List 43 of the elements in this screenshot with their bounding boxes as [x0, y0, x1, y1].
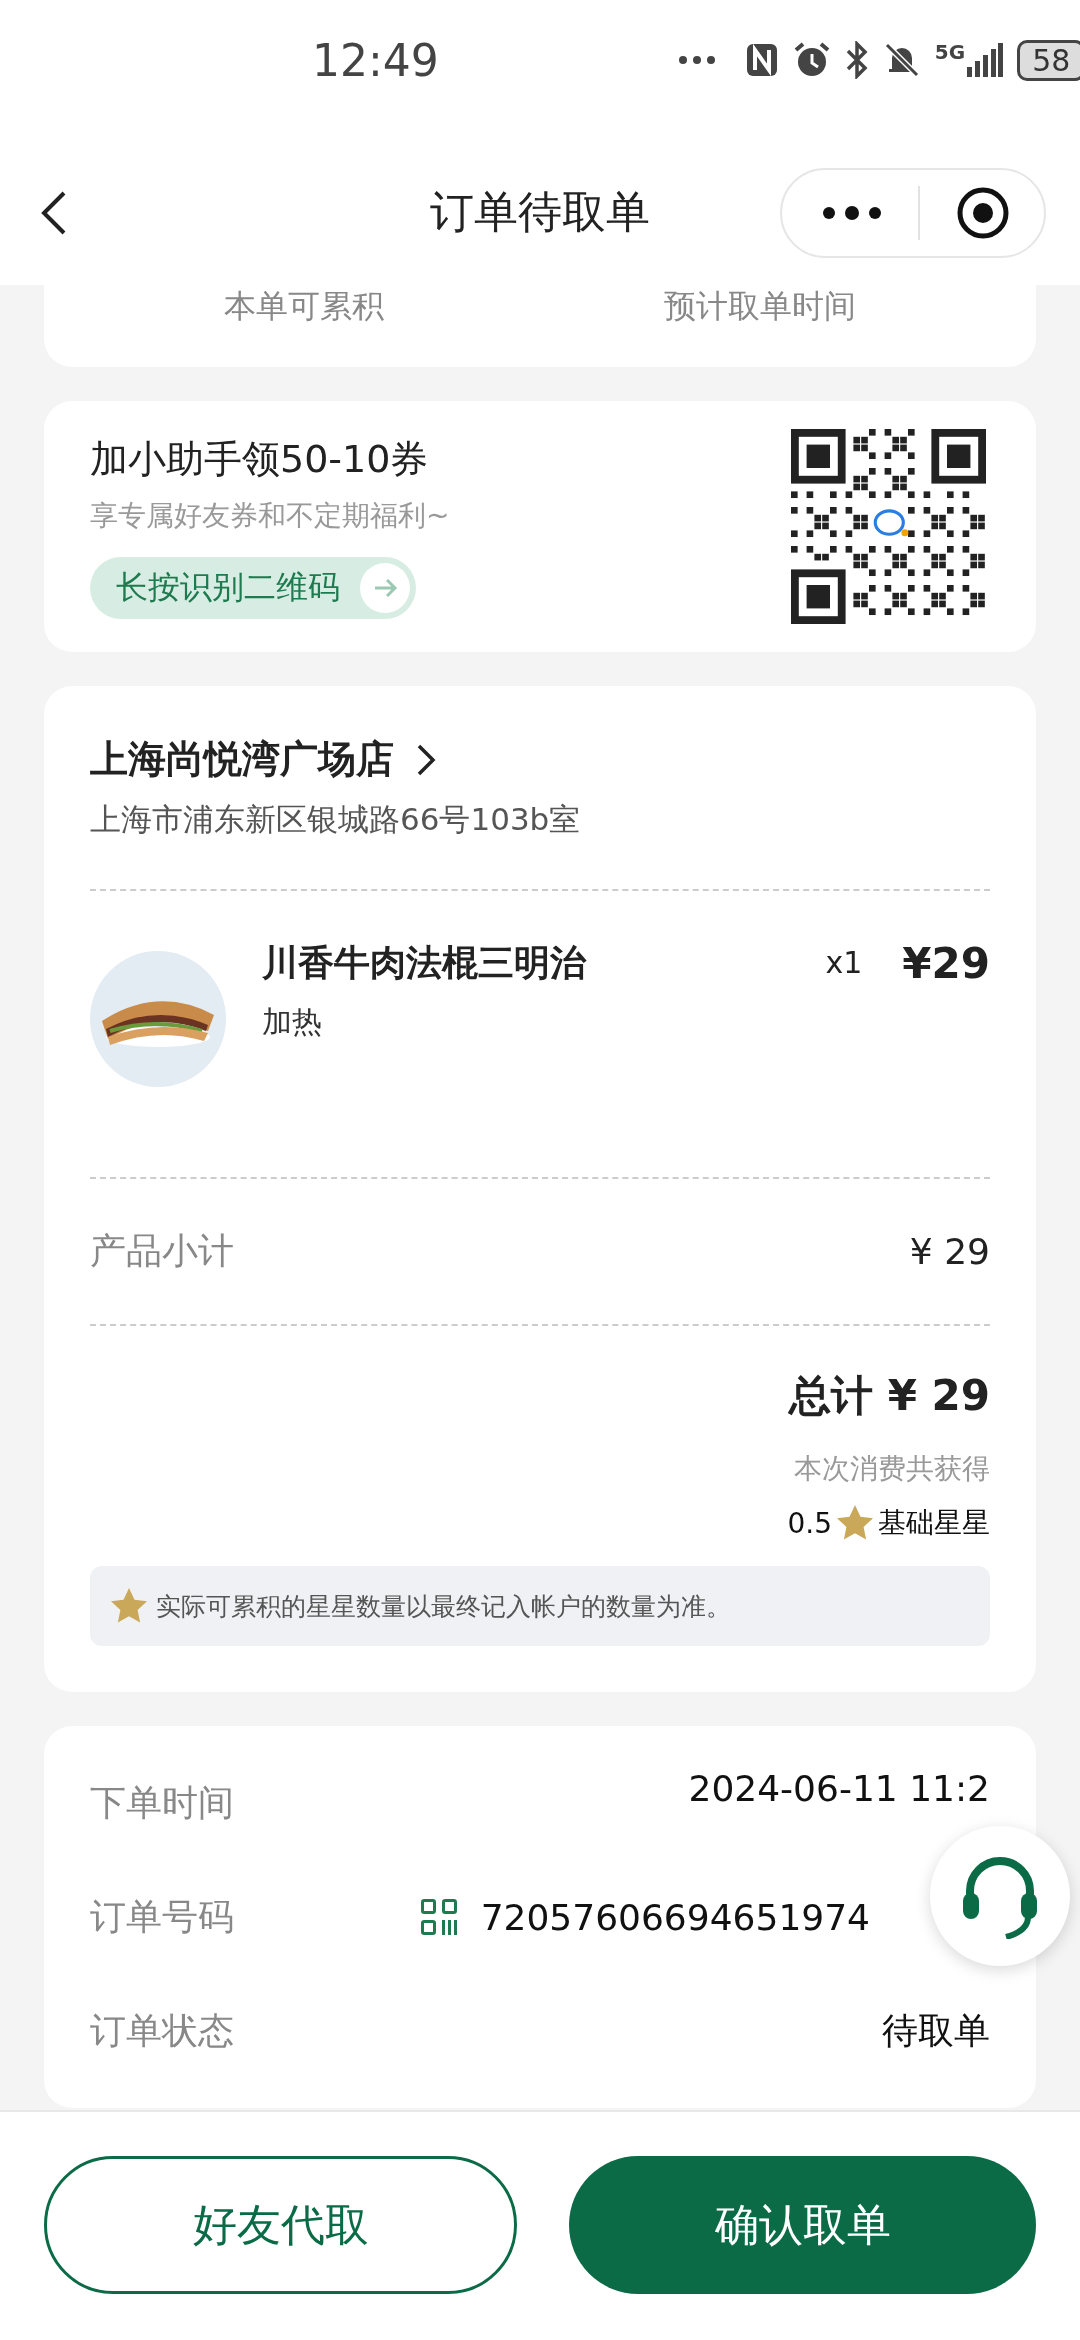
summary-label: 本单可累积: [224, 286, 384, 327]
friend-pickup-button[interactable]: 好友代取: [44, 2156, 517, 2294]
product-name: 川香牛肉法棍三明治: [262, 941, 588, 985]
status-time: 12:49: [312, 34, 439, 86]
store-address: 上海市浦东新区银城路66号103b室: [90, 800, 582, 839]
detail-value: 2024-06-11 11:2: [688, 1767, 990, 1811]
stars-type: 基础星星: [878, 1505, 990, 1541]
detail-label: 订单状态: [90, 2008, 234, 2053]
star-icon: [836, 1505, 874, 1541]
detail-value: 72057606694651974: [480, 1896, 870, 1938]
more-notifications-icon: [678, 56, 715, 64]
nfc-icon: [744, 42, 779, 78]
network-label: 5G: [934, 39, 966, 64]
subtotal-label: 产品小计: [90, 1229, 234, 1273]
note-text: 实际可累积的星星数量以最终记入帐户的数量为准。: [156, 1590, 731, 1623]
detail-label: 订单号码: [90, 1894, 234, 1939]
qr-code-icon[interactable]: [420, 1899, 457, 1935]
close-program-icon[interactable]: [956, 185, 1010, 240]
alarm-icon: [792, 41, 831, 79]
subtotal-value: ¥ 29: [909, 1231, 990, 1272]
order-total: 总计 ¥ 29: [789, 1370, 990, 1422]
promo-subtitle: 享专属好友券和不定期福利~: [90, 498, 450, 534]
earn-label: 本次消费共获得: [794, 1451, 990, 1487]
store-name[interactable]: 上海尚悦湾广场店: [90, 734, 394, 785]
product-option: 加热: [262, 1002, 826, 1043]
summary-label: 预计取单时间: [664, 286, 856, 327]
product-quantity: x1: [825, 945, 863, 980]
confirm-button[interactable]: 确认取单: [569, 2156, 1036, 2294]
bluetooth-icon: [844, 41, 869, 79]
promo-title: 加小助手领50-10券: [90, 436, 430, 483]
stars-amount: 0.5: [787, 1506, 832, 1540]
battery-level: 58: [1017, 39, 1080, 81]
detail-value: 待取单: [882, 2008, 990, 2053]
product-price: ¥29: [902, 939, 990, 988]
star-icon: [110, 1588, 148, 1624]
signal-icon: [967, 43, 1004, 77]
more-icon[interactable]: [822, 204, 882, 221]
chevron-right-icon[interactable]: [416, 742, 436, 777]
back-icon[interactable]: [40, 189, 68, 236]
detail-label: 下单时间: [90, 1780, 234, 1825]
page-title: 订单待取单: [429, 185, 651, 239]
scan-qr-button[interactable]: 长按识别二维码: [90, 557, 416, 619]
arrow-right-icon: [360, 563, 410, 613]
